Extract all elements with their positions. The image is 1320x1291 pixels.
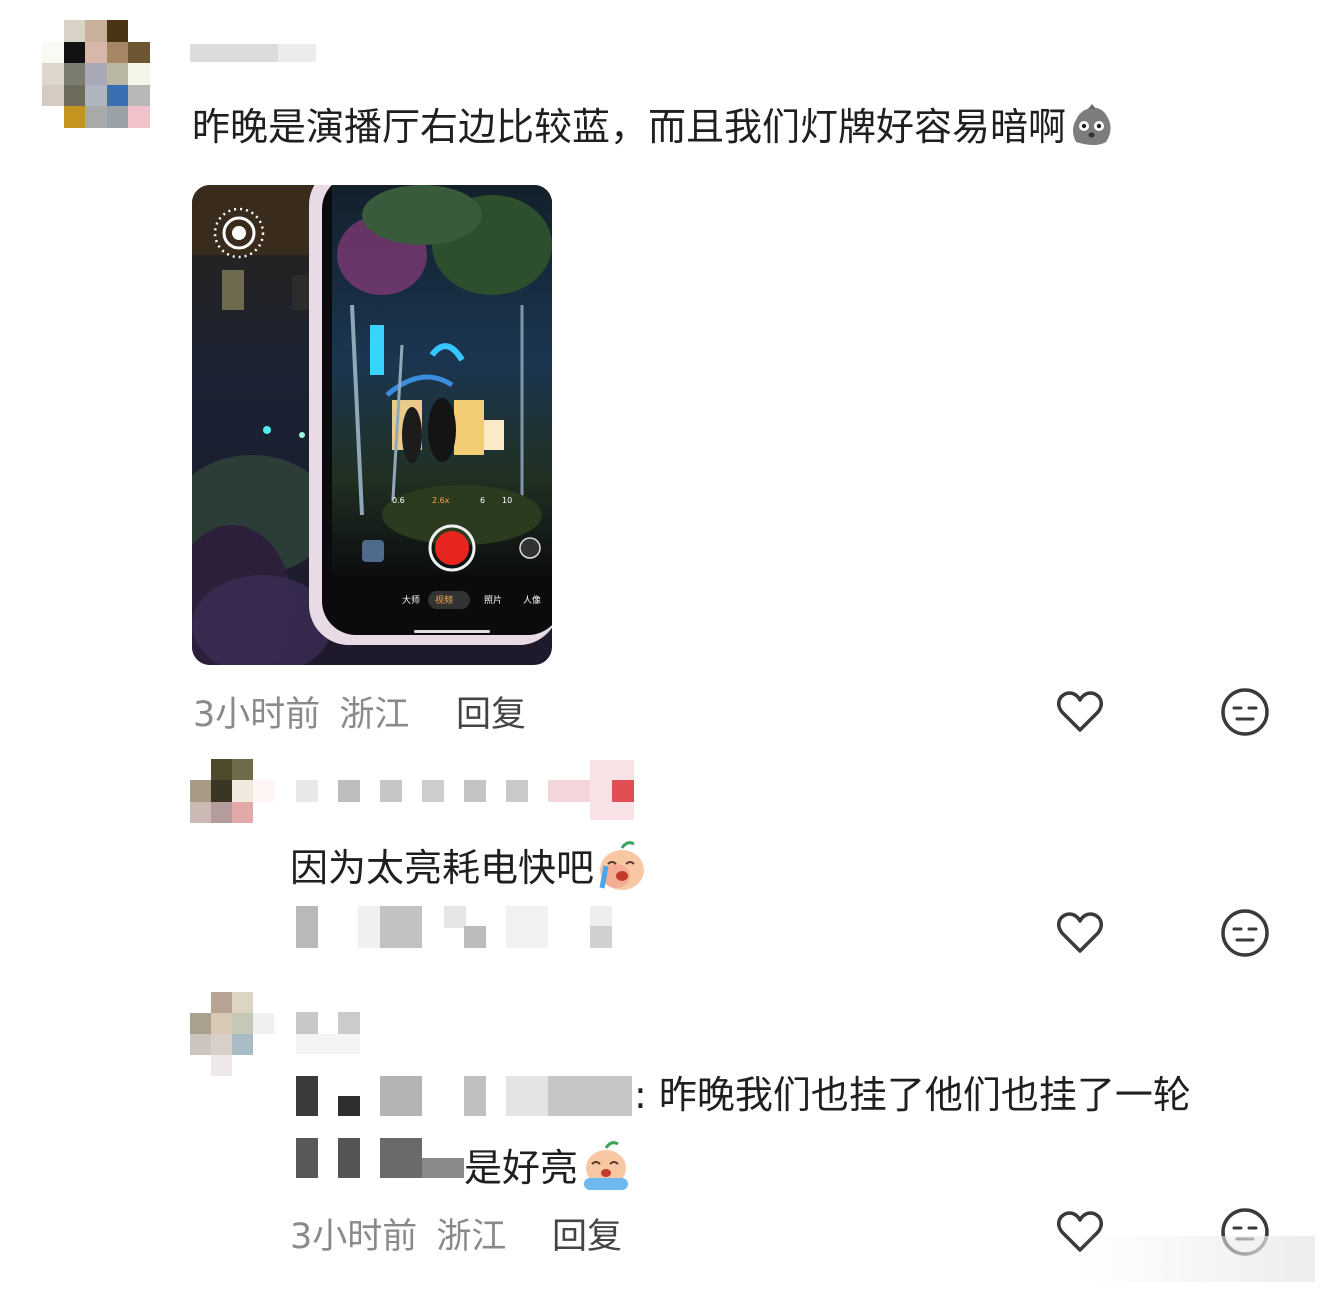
camera-mode: 人像: [523, 594, 541, 606]
comment-text-line2: 是好亮: [464, 1138, 634, 1203]
night-scene-photo: 0.6 2.6x 6 10 大师 视频 照片 人像: [192, 185, 552, 665]
zoom-level: 6: [480, 496, 485, 505]
avatar[interactable]: [42, 20, 150, 128]
reply-button[interactable]: 回复: [456, 686, 526, 737]
like-heart-icon[interactable]: [1052, 905, 1108, 961]
crying-peach-emoji-icon: [578, 1138, 634, 1203]
comment-meta: 3小时前 浙江: [193, 686, 409, 737]
reply-button[interactable]: 回复: [552, 1208, 622, 1259]
zoom-level: 2.6x: [432, 496, 450, 505]
comment-location: 浙江: [339, 695, 410, 735]
comment-body: 因为太亮耗电快吧: [290, 846, 595, 890]
zoom-level: 10: [502, 496, 512, 505]
comment-location: 浙江: [436, 1217, 507, 1257]
camera-mode: 照片: [484, 594, 502, 606]
comment-text: 昨晚是演播厅右边比较蓝，而且我们灯牌好容易暗啊: [192, 100, 1116, 159]
dislike-face-icon[interactable]: [1217, 684, 1273, 740]
gray-face-emoji-icon: [1066, 100, 1116, 159]
record-button: [435, 531, 469, 565]
watermark: [1080, 1236, 1315, 1282]
avatar[interactable]: [190, 992, 274, 1076]
comment-time: 3小时前: [290, 1217, 418, 1257]
comment-time: 3小时前: [193, 695, 321, 735]
comment-photo[interactable]: 0.6 2.6x 6 10 大师 视频 照片 人像: [192, 185, 552, 665]
comment-body: 是好亮: [464, 1146, 579, 1190]
zoom-level: 0.6: [392, 496, 405, 505]
comment-text: 因为太亮耗电快吧: [290, 838, 650, 903]
comment-meta: 3小时前 浙江: [290, 1208, 506, 1259]
camera-mode: 视频: [435, 594, 453, 606]
dislike-face-icon[interactable]: [1217, 905, 1273, 961]
camera-mode: 大师: [402, 594, 420, 606]
like-heart-icon[interactable]: [1052, 684, 1108, 740]
comment-body: 昨晚是演播厅右边比较蓝，而且我们灯牌好容易暗啊: [192, 105, 1067, 149]
comment-text-line1: : 昨晚我们也挂了他们也挂了一轮: [634, 1073, 1191, 1117]
crying-peach-emoji-icon: [594, 838, 650, 903]
avatar[interactable]: [190, 759, 274, 823]
